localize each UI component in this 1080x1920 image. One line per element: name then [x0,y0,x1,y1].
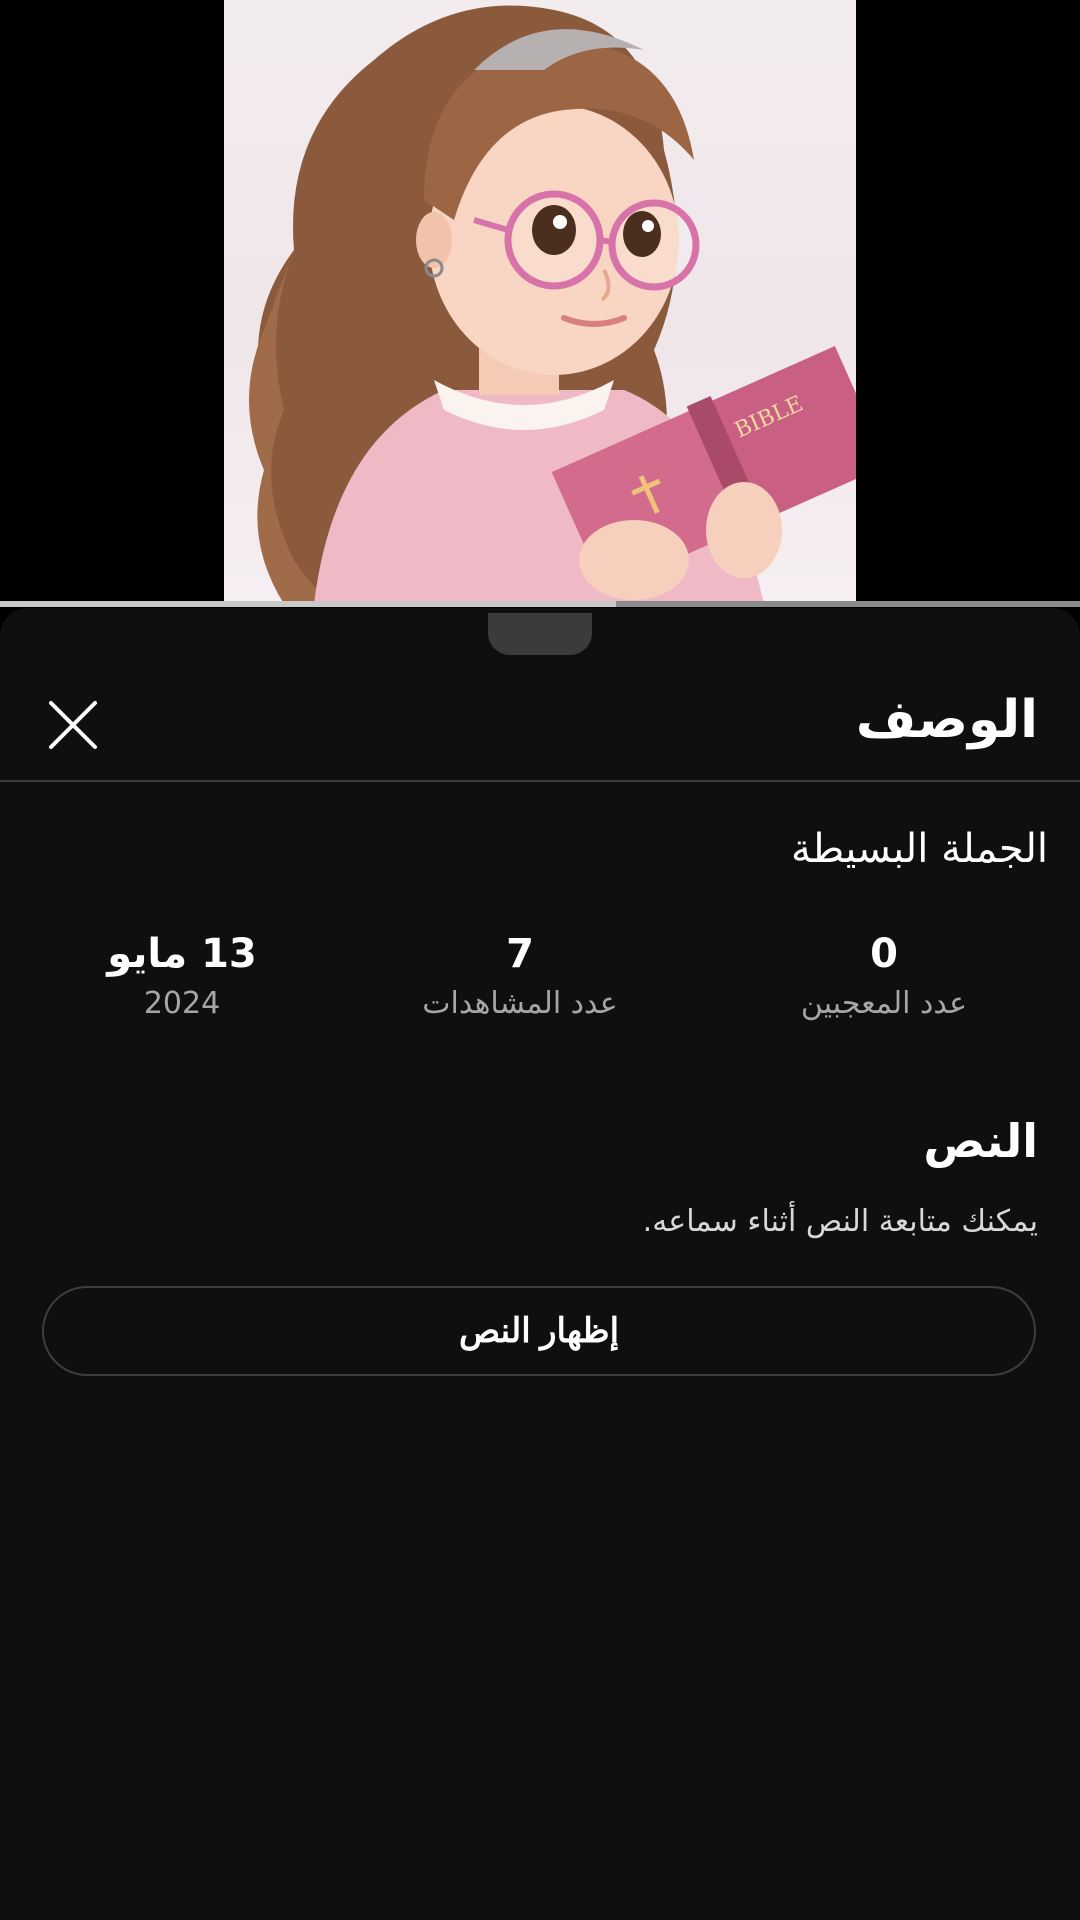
close-icon [49,701,97,749]
video-progress-fill [0,601,616,607]
video-player[interactable]: BIBLE [0,0,1080,607]
upload-date: 13 مايو [107,931,257,977]
stat-likes: 0 عدد المعجبين [724,928,1044,1028]
stat-date: 13 مايو 2024 [22,928,342,1028]
views-label: عدد المشاهدات [422,986,618,1021]
video-title: الجملة البسيطة [790,826,1048,872]
likes-label: عدد المعجبين [800,986,968,1021]
sheet-header: الوصف [0,648,1080,782]
animated-girl-reading-bible-image: BIBLE [249,5,856,604]
upload-year: 2024 [143,986,221,1021]
description-sheet: الوصف الجملة البسيطة 0 عدد المعجبين 7 عد… [0,608,1080,1920]
video-progress-bar[interactable] [0,601,1080,607]
transcript-section-title: النص [923,1114,1038,1168]
views-count: 7 [506,931,534,977]
video-thumbnail: BIBLE [224,0,856,604]
transcript-description: يمكنك متابعة النص أثناء سماعه. [642,1204,1038,1239]
likes-count: 0 [870,931,898,977]
sheet-title: الوصف [855,690,1038,750]
close-button[interactable] [40,692,106,758]
stat-views: 7 عدد المشاهدات [360,928,680,1028]
show-transcript-button[interactable]: إظهار النص [42,1286,1036,1376]
